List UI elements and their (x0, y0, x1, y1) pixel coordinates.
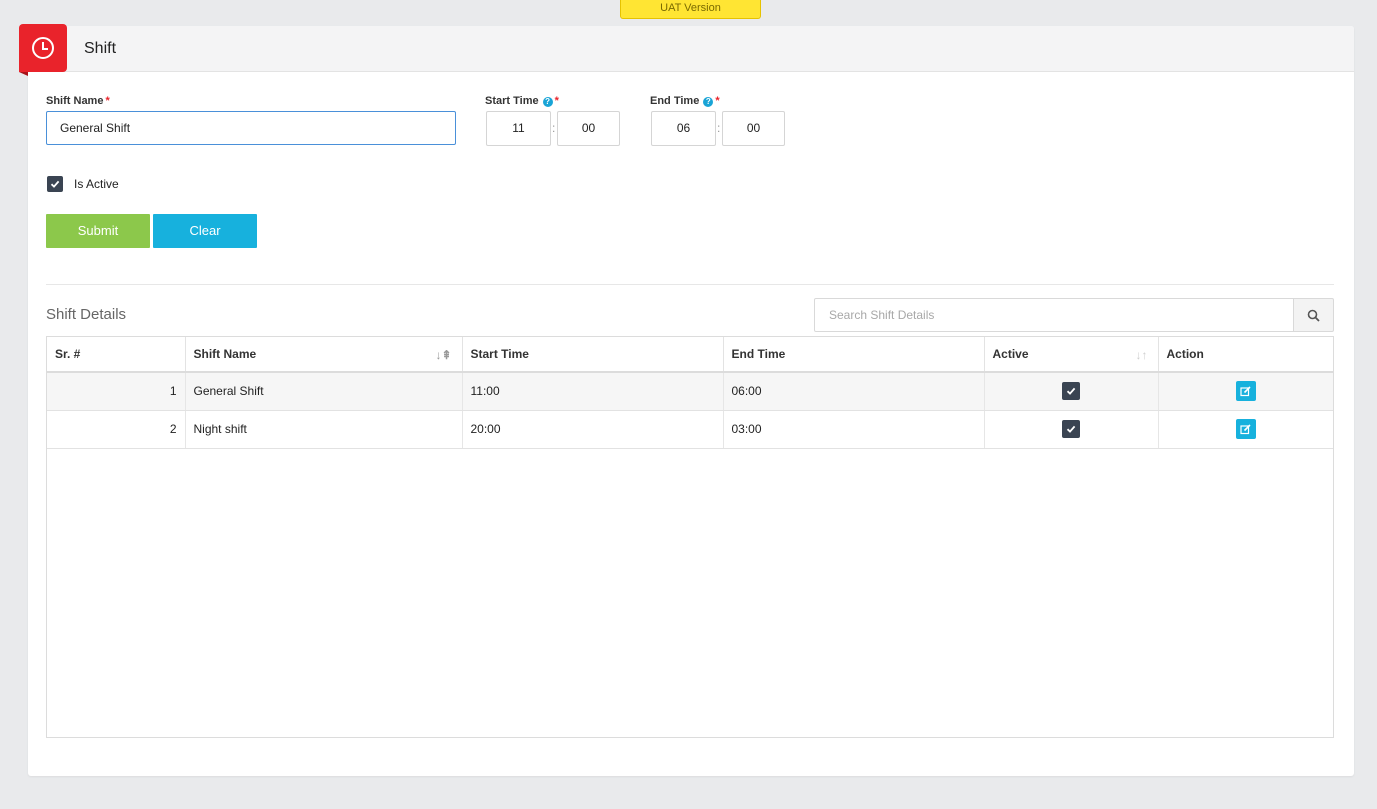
cell-sr: 1 (47, 372, 186, 411)
column-header-label: Shift Name (193, 347, 257, 361)
table-header-row: Sr. # Shift Name ↓⇞ Start Time End Time A… (47, 337, 1333, 373)
cell-shift-name: Night shift (185, 410, 463, 449)
column-header-label: Active (992, 347, 1029, 361)
cell-active (984, 410, 1159, 449)
column-header-label: Sr. # (55, 347, 81, 361)
page-title: Shift (84, 40, 117, 57)
end-minute-input[interactable]: 00 (722, 111, 785, 146)
cell-action (1158, 410, 1333, 449)
column-header-active[interactable]: Active ↓↑ (984, 337, 1159, 373)
shift-name-input[interactable] (46, 111, 456, 145)
shift-card: Shift Shift Name* Start Time?* 11 : 00 E… (19, 24, 1354, 776)
cell-active (984, 372, 1159, 411)
sort-icon[interactable]: ↓↑ (1136, 348, 1148, 362)
card-header: Shift (19, 24, 1354, 76)
column-header-start-time[interactable]: Start Time (462, 337, 724, 373)
cell-sr: 2 (47, 410, 186, 449)
end-time-label: End Time? * (650, 95, 720, 107)
cell-end-time: 03:00 (723, 410, 985, 449)
start-minute-input[interactable]: 00 (557, 111, 620, 146)
help-icon[interactable]: ? (542, 97, 553, 107)
start-hour-input[interactable]: 11 (486, 111, 551, 146)
is-active-label: Is Active (74, 177, 119, 191)
is-active-checkbox[interactable] (47, 176, 63, 192)
start-time-label-text: Start Time (485, 95, 539, 107)
column-header-action: Action (1158, 337, 1333, 373)
shift-details-title: Shift Details (46, 306, 127, 323)
submit-button[interactable]: Submit (46, 214, 150, 248)
column-header-label: Start Time (470, 347, 529, 361)
clock-icon (32, 37, 54, 59)
column-header-end-time[interactable]: End Time (723, 337, 985, 373)
column-header-label: Action (1166, 347, 1204, 361)
clear-button[interactable]: Clear (153, 214, 257, 248)
cell-end-time: 06:00 (723, 372, 985, 411)
sort-ascending-icon[interactable]: ↓⇞ (435, 348, 451, 362)
help-icon[interactable]: ? (703, 97, 714, 107)
column-header-sr[interactable]: Sr. # (47, 337, 186, 373)
shift-name-label: Shift Name * (46, 95, 110, 107)
checkmark-icon (1066, 425, 1076, 433)
end-hour-input[interactable]: 06 (651, 111, 716, 146)
start-time-separator: : (552, 121, 556, 135)
start-time-label: Start Time? * (485, 95, 559, 107)
edit-button[interactable] (1235, 381, 1256, 402)
section-divider (46, 284, 1334, 285)
shift-details-table: Sr. # Shift Name ↓⇞ Start Time End Time A… (46, 336, 1334, 738)
table-row[interactable]: 1 General Shift 11:00 06:00 (47, 372, 1333, 411)
table-row[interactable]: 2 Night shift 20:00 03:00 (47, 410, 1333, 449)
required-mark: * (715, 95, 720, 107)
active-checkbox[interactable] (1062, 382, 1080, 401)
header-icon-tab (19, 24, 67, 76)
column-header-shift-name[interactable]: Shift Name ↓⇞ (185, 337, 463, 373)
checkmark-icon (1066, 388, 1076, 396)
search-button[interactable] (1293, 298, 1334, 332)
search-input[interactable] (814, 298, 1294, 332)
cell-shift-name: General Shift (185, 372, 463, 411)
edit-button[interactable] (1235, 419, 1256, 439)
cell-action (1158, 372, 1333, 411)
shift-name-label-text: Shift Name (46, 95, 104, 107)
edit-icon (1240, 423, 1251, 434)
search-icon (1307, 309, 1320, 322)
cell-start-time: 11:00 (462, 372, 724, 411)
end-time-label-text: End Time (650, 95, 700, 107)
cell-start-time: 20:00 (462, 410, 724, 449)
column-header-label: End Time (731, 347, 786, 361)
uat-version-badge: UAT Version (620, 0, 761, 19)
edit-icon (1240, 386, 1251, 396)
required-mark: * (554, 95, 559, 107)
end-time-separator: : (717, 121, 721, 135)
active-checkbox[interactable] (1062, 420, 1080, 438)
required-mark: * (105, 95, 110, 107)
checkmark-icon (50, 180, 60, 188)
